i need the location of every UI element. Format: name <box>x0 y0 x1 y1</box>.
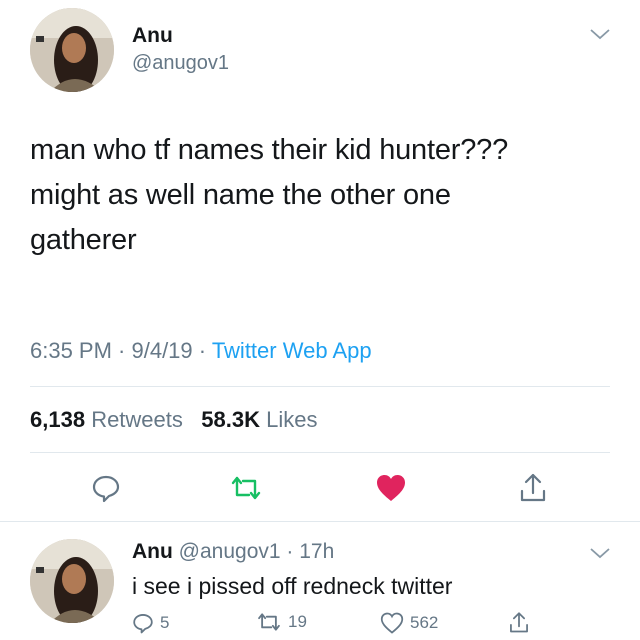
tweet-stats: 6,138 Retweets 58.3K Likes <box>30 407 317 433</box>
divider <box>30 452 610 453</box>
likes-count: 58.3K <box>201 407 260 432</box>
divider <box>0 521 640 522</box>
reply-reply-button[interactable]: 5 <box>132 612 169 634</box>
author-name[interactable]: Anu <box>132 24 173 48</box>
share-icon[interactable] <box>515 468 551 506</box>
reply-author-name[interactable]: Anu <box>132 540 173 563</box>
reply-retweet-button[interactable]: 19 <box>256 612 307 632</box>
likes-stat[interactable]: 58.3K Likes <box>201 407 317 432</box>
like-count: 562 <box>410 613 439 632</box>
tweet-text-line: might as well name the other one <box>30 179 451 211</box>
reply-text: i see i pissed off redneck twitter <box>132 573 453 599</box>
reply-icon[interactable] <box>88 470 124 506</box>
retweet-icon <box>258 613 280 631</box>
retweets-label: Retweets <box>91 407 183 432</box>
likes-label: Likes <box>266 407 318 432</box>
retweet-count: 19 <box>288 612 307 631</box>
source-link[interactable]: Twitter Web App <box>212 338 372 363</box>
avatar[interactable] <box>30 539 114 623</box>
avatar[interactable] <box>30 8 114 92</box>
chevron-down-icon[interactable] <box>588 545 612 566</box>
reply-author-handle[interactable]: @anugov1 · 17h <box>179 540 335 563</box>
reply-icon <box>133 614 153 634</box>
reply-header: Anu @anugov1 · 17h <box>132 540 334 564</box>
reply-count: 5 <box>160 613 170 632</box>
tweet-timestamp: 6:35 PM · 9/4/19 · Twitter Web App <box>30 338 372 364</box>
retweets-stat[interactable]: 6,138 Retweets <box>30 407 183 432</box>
retweets-count: 6,138 <box>30 407 86 432</box>
tweet-text-line: gatherer <box>30 224 137 256</box>
chevron-down-icon[interactable] <box>588 26 612 47</box>
tweet-text: man who tf names their kid hunter??? mig… <box>30 128 630 263</box>
divider <box>30 386 610 387</box>
heart-icon <box>380 612 404 634</box>
heart-icon[interactable] <box>373 470 409 506</box>
reply-like-button[interactable]: 562 <box>380 612 438 634</box>
reply-share-button[interactable] <box>508 610 530 634</box>
retweet-icon[interactable] <box>226 470 266 506</box>
tweet-text-line: man who tf names their kid hunter??? <box>30 134 509 166</box>
share-icon <box>510 612 528 633</box>
author-handle[interactable]: @anugov1 <box>132 52 229 75</box>
timestamp-text[interactable]: 6:35 PM · 9/4/19 · <box>30 338 212 363</box>
